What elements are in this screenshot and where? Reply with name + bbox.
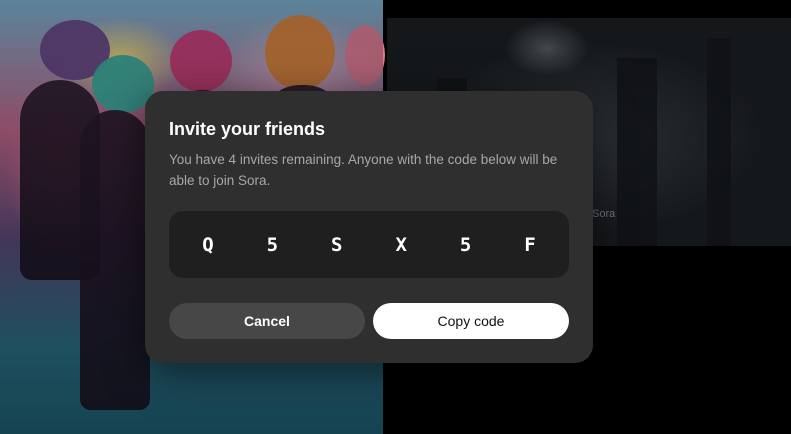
invite-code-char: 5: [459, 233, 472, 256]
invite-code-box: Q 5 S X 5 F: [169, 211, 569, 278]
dialog-title: Invite your friends: [169, 119, 326, 139]
artwork-spire: [707, 38, 731, 246]
copy-code-button[interactable]: Copy code: [373, 303, 569, 339]
dialog-description: You have 4 invites remaining. Anyone wit…: [169, 152, 558, 188]
invite-code-char: F: [524, 233, 536, 256]
app-stage: Sora Invite your friends You have 4 invi…: [0, 0, 791, 434]
background-caption: Sora: [592, 208, 616, 220]
invite-friends-dialog: Invite your friends You have 4 invites r…: [145, 91, 593, 363]
invite-code-char: Q: [202, 233, 214, 256]
invite-code-char: S: [331, 233, 343, 256]
invite-code-char: X: [395, 233, 407, 256]
cancel-button[interactable]: Cancel: [169, 303, 365, 339]
artwork-spire: [617, 58, 657, 246]
invite-code-char: 5: [266, 233, 279, 256]
